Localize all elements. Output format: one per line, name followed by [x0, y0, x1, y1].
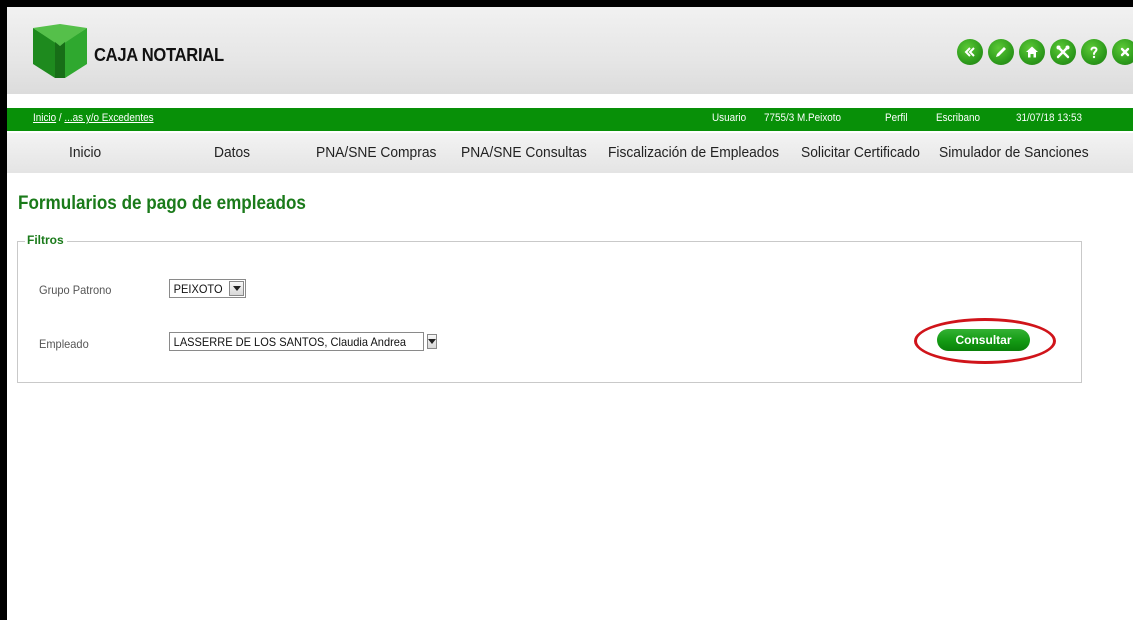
nav-item-fiscalizacion-empleados[interactable]: Fiscalización de Empleados — [608, 144, 779, 161]
empleado-value: LASSERRE DE LOS SANTOS, Claudia Andrea — [173, 334, 407, 349]
breadcrumb-current-link[interactable]: ...as y/o Excedentes — [64, 112, 153, 124]
nav-item-pna-sne-consultas[interactable]: PNA/SNE Consultas — [461, 144, 587, 161]
usuario-value: 7755/3 M.Peixoto — [764, 112, 842, 124]
window-frame-top — [0, 0, 1133, 7]
app-header: CAJA NOTARIAL — [7, 7, 1133, 94]
help-icon[interactable] — [1081, 39, 1107, 65]
filters-fieldset: Filtros — [17, 233, 1082, 383]
tools-icon[interactable] — [1050, 39, 1076, 65]
grupo-patrono-select[interactable]: PEIXOTO — [169, 279, 246, 298]
nav-item-solicitar-certificado[interactable]: Solicitar Certificado — [801, 144, 920, 161]
logo-text: CAJA NOTARIAL — [94, 45, 224, 65]
grupo-patrono-label: Grupo Patrono — [39, 283, 112, 297]
filters-legend: Filtros — [25, 233, 67, 247]
chevron-down-icon[interactable] — [426, 334, 437, 349]
nav-item-inicio[interactable]: Inicio — [69, 144, 101, 161]
back-icon[interactable] — [957, 39, 983, 65]
close-icon[interactable] — [1112, 39, 1133, 65]
perfil-value: Escribano — [936, 112, 981, 124]
datetime: 31/07/18 13:53 — [1016, 112, 1083, 124]
perfil-label: Perfil — [885, 112, 908, 124]
consultar-button[interactable]: Consultar — [937, 329, 1030, 351]
status-bar: Inicio / ...as y/o Excedentes Usuario 77… — [7, 108, 1133, 131]
page-title: Formularios de pago de empleados — [18, 193, 306, 214]
caja-notarial-logo — [33, 24, 87, 78]
nav-item-pna-sne-compras[interactable]: PNA/SNE Compras — [316, 144, 436, 161]
grupo-patrono-value: PEIXOTO — [173, 281, 223, 296]
usuario-label: Usuario — [712, 112, 747, 124]
main-nav: Inicio Datos PNA/SNE Compras PNA/SNE Con… — [7, 133, 1133, 173]
nav-item-simulador-sanciones[interactable]: Simulador de Sanciones — [939, 144, 1089, 161]
home-icon[interactable] — [1019, 39, 1045, 65]
window-frame-left — [0, 0, 7, 620]
nav-item-datos[interactable]: Datos — [214, 144, 250, 161]
empleado-select[interactable]: LASSERRE DE LOS SANTOS, Claudia Andrea — [169, 332, 437, 351]
breadcrumb: Inicio / ...as y/o Excedentes — [33, 112, 154, 124]
breadcrumb-home-link[interactable]: Inicio — [33, 112, 56, 124]
header-toolbar — [957, 39, 1133, 67]
empleado-label: Empleado — [39, 337, 89, 351]
chevron-down-icon[interactable] — [229, 281, 244, 296]
edit-icon[interactable] — [988, 39, 1014, 65]
breadcrumb-separator: / — [58, 112, 62, 124]
